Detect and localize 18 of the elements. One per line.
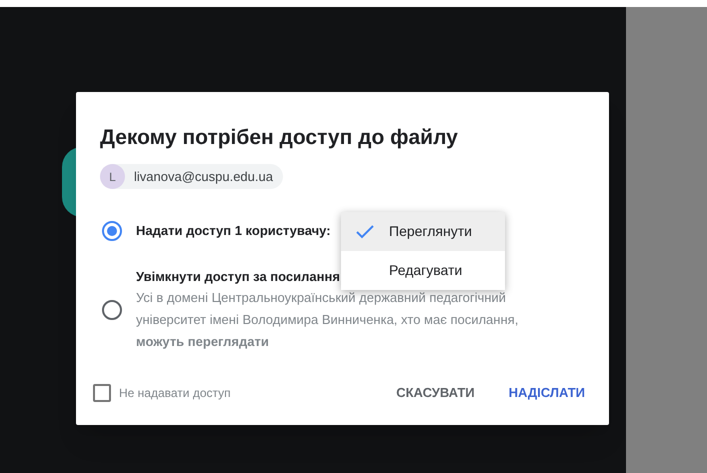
- menu-item-label: Переглянути: [389, 222, 472, 241]
- option-description: Усі в домені Центральноукраїнський державний педагогічний університет імені Володимира Винниченка, хто має посилання, можуть переглядати: [136, 289, 520, 351]
- option-label: Надати доступ 1 користувачу:: [136, 222, 331, 240]
- menu-item[interactable]: Переглянути: [341, 212, 505, 251]
- checkmark-icon: [355, 224, 375, 240]
- dialog-title: Декому потрібен доступ до файлу: [100, 125, 459, 151]
- checkbox-label: Не надавати доступ: [119, 385, 231, 402]
- no-access-checkbox[interactable]: Не надавати доступ: [93, 384, 231, 402]
- checkbox[interactable]: [93, 384, 111, 402]
- send-button[interactable]: НАДІСЛАТИ: [500, 377, 593, 409]
- avatar: L: [100, 164, 125, 189]
- radio-button[interactable]: [102, 300, 122, 320]
- radio-button[interactable]: [102, 221, 122, 241]
- email-text: livanova@cuspu.edu.ua: [134, 168, 273, 186]
- menu-item-label: Редагувати: [389, 261, 462, 280]
- menu-item[interactable]: Редагувати: [341, 251, 505, 290]
- option-label: Увімкнути доступ за посилання: [136, 268, 340, 286]
- cancel-button[interactable]: СКАСУВАТИ: [388, 377, 483, 409]
